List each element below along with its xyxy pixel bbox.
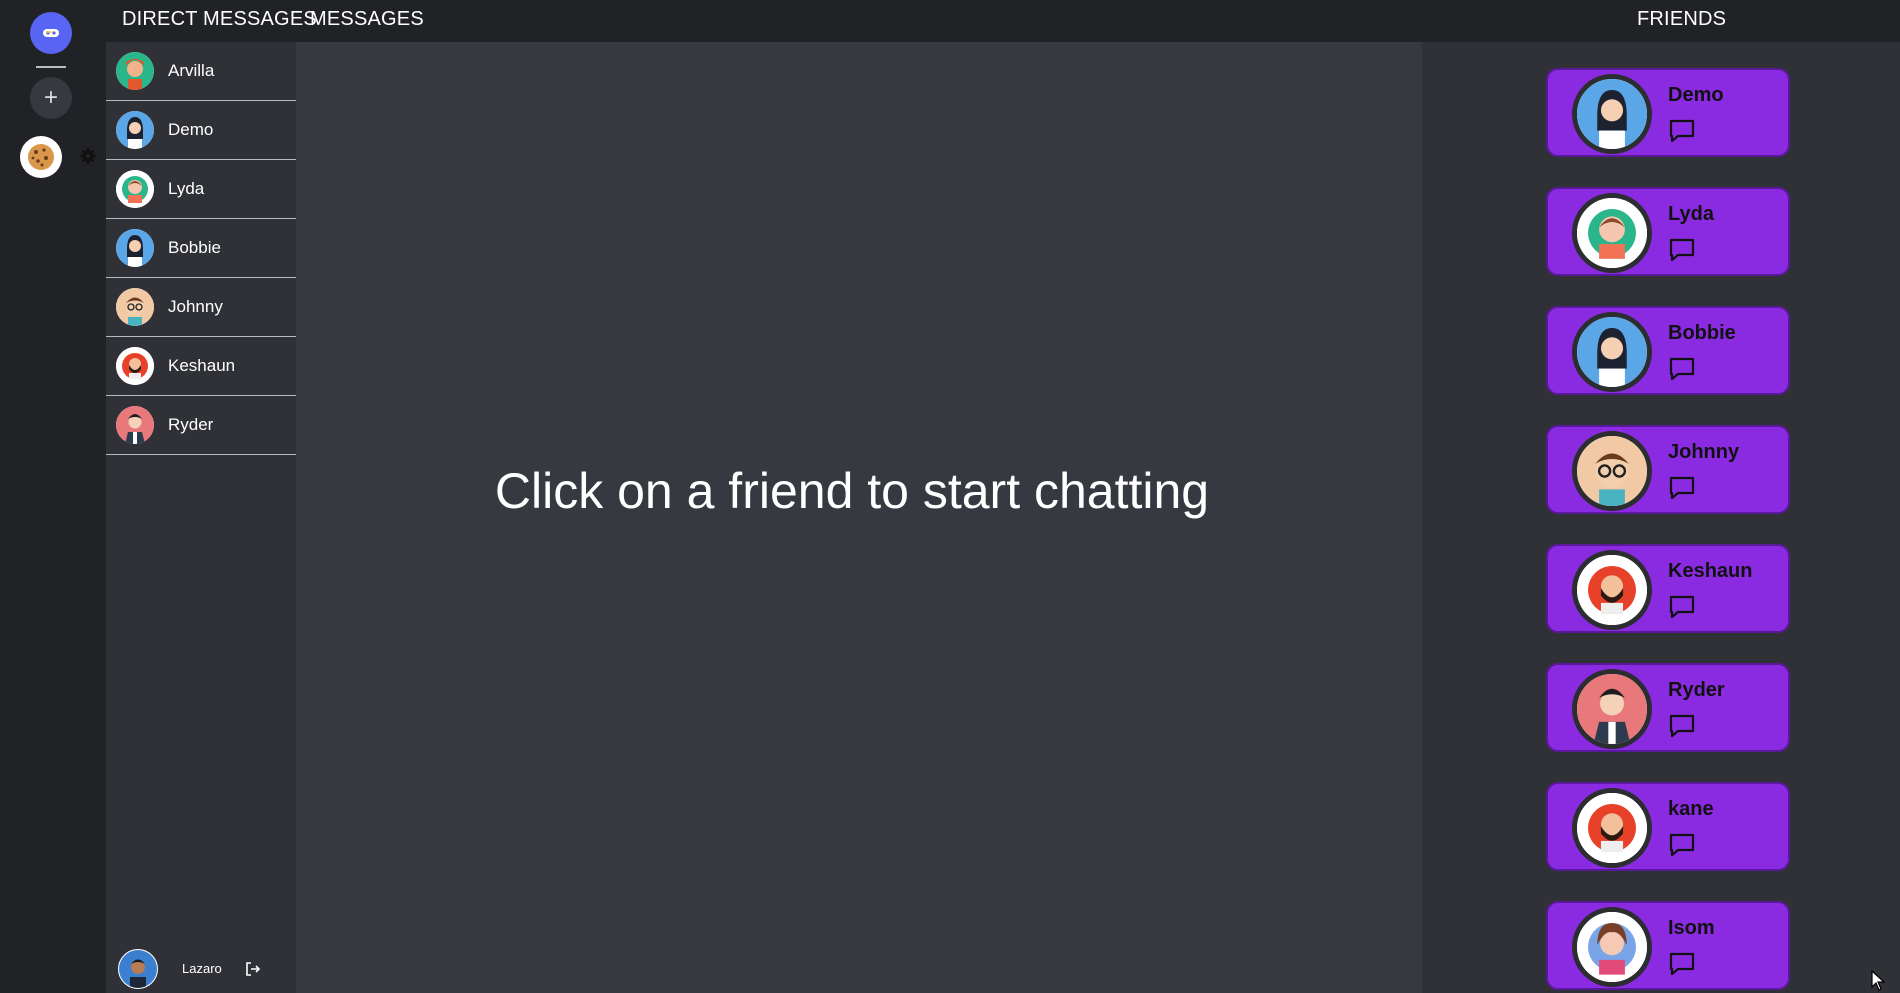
message-icon[interactable]: [1668, 713, 1696, 739]
friend-name: kane: [1668, 798, 1714, 820]
avatar: [116, 406, 154, 444]
friend-name: Ryder: [1668, 679, 1725, 701]
friend-card-demo[interactable]: Demo: [1546, 68, 1790, 157]
mouse-cursor-icon: [1871, 970, 1886, 991]
friend-name: Isom: [1668, 917, 1715, 939]
home-server-button[interactable]: [30, 12, 72, 54]
dm-name: Johnny: [168, 297, 223, 316]
dm-name: Arvilla: [168, 61, 215, 80]
dm-item-bobbie[interactable]: Bobbie: [106, 219, 296, 278]
avatar: [1572, 193, 1652, 273]
avatar: [116, 52, 154, 90]
dm-name: Bobbie: [168, 238, 221, 257]
friend-card-isom[interactable]: Isom: [1546, 901, 1790, 990]
avatar: [1572, 669, 1652, 749]
message-icon[interactable]: [1668, 237, 1696, 263]
friend-name: Johnny: [1668, 441, 1740, 463]
message-icon[interactable]: [1668, 475, 1696, 501]
user-avatar[interactable]: [118, 948, 158, 989]
gear-icon[interactable]: [80, 148, 96, 164]
avatar: [116, 229, 154, 267]
dm-name: Demo: [168, 120, 214, 139]
direct-messages-title: DIRECT MESSAGES: [122, 8, 317, 30]
avatar: [1572, 907, 1652, 987]
server-rail: +: [0, 0, 106, 993]
avatar: [116, 111, 154, 149]
logout-icon[interactable]: [244, 960, 262, 978]
direct-messages-list: Arvilla Demo Lyda Bobbie Johnny Keshaun: [106, 42, 296, 993]
dm-item-keshaun[interactable]: Keshaun: [106, 337, 296, 396]
dm-item-arvilla[interactable]: Arvilla: [106, 42, 296, 101]
dm-name: Keshaun: [168, 356, 236, 375]
user-panel: Lazaro: [106, 944, 296, 993]
friend-card-bobbie[interactable]: Bobbie: [1546, 306, 1790, 395]
dm-item-johnny[interactable]: Johnny: [106, 278, 296, 337]
avatar: [1572, 431, 1652, 511]
avatar: [1572, 550, 1652, 630]
friend-name: Lyda: [1668, 203, 1714, 225]
dm-item-ryder[interactable]: Ryder: [106, 396, 296, 455]
friend-card-johnny[interactable]: Johnny: [1546, 425, 1790, 514]
avatar: [1572, 74, 1652, 154]
avatar: [116, 288, 154, 326]
message-icon[interactable]: [1668, 832, 1696, 858]
discord-logo-icon: [43, 29, 59, 37]
dm-name: Lyda: [168, 179, 205, 198]
dm-name: Ryder: [168, 415, 214, 434]
friend-name: Bobbie: [1668, 322, 1736, 344]
avatar: [116, 347, 154, 385]
cookie-server-button[interactable]: [20, 136, 62, 178]
friend-card-lyda[interactable]: Lyda: [1546, 187, 1790, 276]
dm-item-demo[interactable]: Demo: [106, 101, 296, 160]
empty-chat-placeholder: Click on a friend to start chatting: [494, 463, 1210, 519]
cookie-icon: [28, 144, 54, 170]
top-bar: DIRECT MESSAGES MESSAGES FRIENDS: [0, 0, 1900, 42]
dm-item-lyda[interactable]: Lyda: [106, 160, 296, 219]
friends-panel: Demo Lyda Bobbie Johnny Keshaun Ryder ka…: [1422, 42, 1900, 993]
message-icon[interactable]: [1668, 356, 1696, 382]
user-name: Lazaro: [182, 961, 222, 976]
server-separator: [36, 66, 66, 68]
message-icon[interactable]: [1668, 951, 1696, 977]
message-icon[interactable]: [1668, 118, 1696, 144]
message-icon[interactable]: [1668, 594, 1696, 620]
friend-card-keshaun[interactable]: Keshaun: [1546, 544, 1790, 633]
chat-area: Click on a friend to start chatting: [296, 42, 1422, 993]
friends-title: FRIENDS: [1637, 8, 1727, 30]
messages-title: MESSAGES: [310, 8, 424, 30]
avatar: [1572, 788, 1652, 868]
friend-name: Demo: [1668, 84, 1724, 106]
avatar: [116, 170, 154, 208]
avatar: [1572, 312, 1652, 392]
friend-name: Keshaun: [1668, 560, 1753, 582]
add-server-button[interactable]: +: [30, 77, 72, 119]
friend-card-kane[interactable]: kane: [1546, 782, 1790, 871]
friend-card-ryder[interactable]: Ryder: [1546, 663, 1790, 752]
